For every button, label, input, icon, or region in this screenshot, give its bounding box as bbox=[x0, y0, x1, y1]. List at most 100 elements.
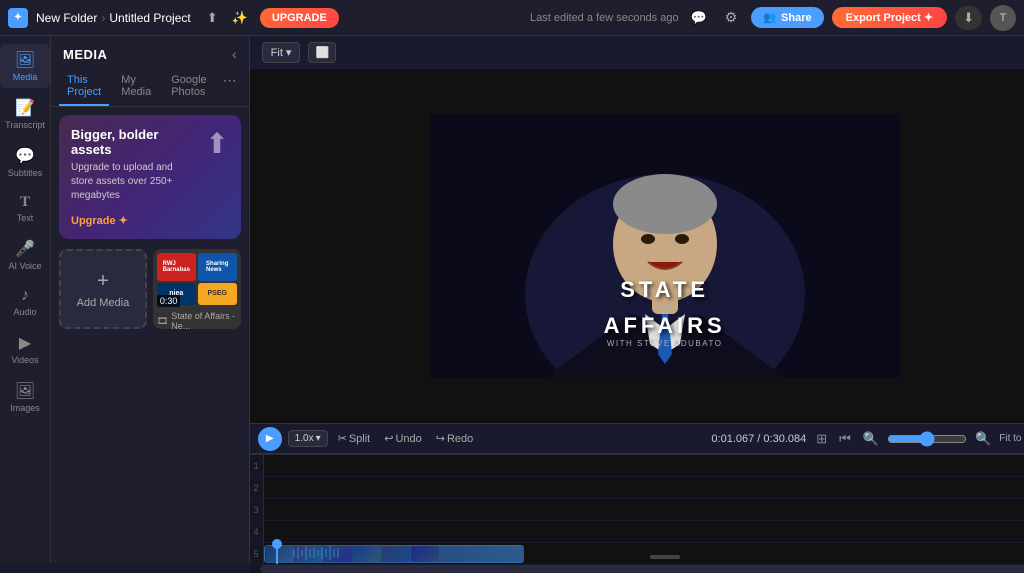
undo-label: Undo bbox=[395, 433, 421, 445]
sidebar-item-transcript[interactable]: 📝 Transcript bbox=[0, 92, 50, 136]
video-clip-1[interactable] bbox=[264, 545, 524, 563]
track-num-1: 1 bbox=[250, 455, 263, 477]
zoom-in-btn[interactable]: 🔍 bbox=[971, 429, 995, 449]
magic-btn[interactable]: ✨ bbox=[228, 8, 252, 28]
topbar: ✦ New Folder › Untitled Project ⬆ ✨ UPGR… bbox=[0, 0, 1024, 36]
text-icon: T bbox=[20, 194, 30, 211]
overlay-affairs: AFFAIRS bbox=[604, 313, 726, 339]
sidebar-item-media[interactable]: 🖼 Media bbox=[0, 44, 50, 88]
zoom-out-btn[interactable]: 🔍 bbox=[859, 429, 883, 449]
export-button[interactable]: Export Project ✦ bbox=[832, 7, 947, 28]
upgrade-card-desc: Upgrade to upload and store assets over … bbox=[71, 161, 197, 203]
tab-google-photos[interactable]: Google Photos bbox=[163, 68, 214, 106]
app-logo: ✦ bbox=[8, 8, 28, 28]
timeline-add-track-btn[interactable]: ⊞ bbox=[812, 429, 831, 449]
media-thumbnail[interactable]: RWJBarnabas SharingNews niea PSEG 0:30 🎞… bbox=[153, 249, 241, 329]
upload-icon: ⬆ bbox=[205, 127, 228, 160]
add-media-button[interactable]: + Add Media bbox=[59, 249, 147, 329]
track-num-5: 5 bbox=[250, 543, 263, 565]
media-tabs: This Project My Media Google Photos ⋯ bbox=[51, 68, 249, 107]
sidebar-item-text[interactable]: T Text bbox=[0, 188, 50, 229]
undo-icon: ↩ bbox=[384, 432, 393, 445]
track-num-4: 4 bbox=[250, 521, 263, 543]
user-avatar[interactable]: T bbox=[990, 5, 1016, 31]
media-grid: + Add Media RWJBarnabas SharingNews niea… bbox=[59, 249, 241, 329]
tracks-content: 🔍 bbox=[264, 455, 1024, 565]
videos-icon: ▶ bbox=[19, 333, 31, 353]
chat-icon-btn[interactable]: 💬 bbox=[687, 8, 711, 28]
media-collapse-btn[interactable]: ‹ bbox=[232, 46, 237, 62]
fit-chevron: ▾ bbox=[286, 46, 292, 59]
video-overlay-text: STATE OF AFFAIRS WITH STEVE ADUBATO bbox=[604, 277, 726, 348]
playhead[interactable] bbox=[276, 543, 278, 564]
transcript-icon: 📝 bbox=[15, 98, 35, 118]
share-icon: 👥 bbox=[763, 11, 777, 24]
media-panel: MEDIA ‹ This Project My Media Google Pho… bbox=[51, 36, 250, 563]
plus-icon: + bbox=[97, 270, 109, 293]
aivoice-label: AI Voice bbox=[8, 261, 41, 271]
redo-button[interactable]: ↪ Redo bbox=[432, 430, 478, 447]
redo-label: Redo bbox=[447, 433, 473, 445]
share-button[interactable]: 👥 Share bbox=[751, 7, 823, 28]
fit-screen-label: Fit to Screen bbox=[999, 433, 1024, 444]
timeline-tracks: 1 2 3 4 5 bbox=[250, 455, 1024, 565]
speed-button[interactable]: 1.0x ▾ bbox=[288, 430, 328, 447]
subtitles-label: Subtitles bbox=[8, 168, 43, 178]
play-button[interactable]: ▶ bbox=[258, 427, 282, 451]
crop-button[interactable]: ⬜ bbox=[308, 42, 336, 63]
split-button[interactable]: ✂ Split bbox=[334, 430, 375, 447]
timeline-nav-start[interactable]: ⏮ bbox=[835, 429, 855, 449]
video-content: STATE OF AFFAIRS WITH STEVE ADUBATO bbox=[430, 114, 900, 378]
topbar-icons: ⬆ ✨ bbox=[203, 8, 252, 28]
fit-screen-button[interactable]: Fit to Screen bbox=[999, 433, 1024, 444]
upgrade-card: Bigger, bolder assets Upgrade to upload … bbox=[59, 115, 241, 239]
timeline-right-controls: ⊞ ⏮ 🔍 🔍 Fit to Screen ✕ bbox=[812, 429, 1024, 449]
undo-button[interactable]: ↩ Undo bbox=[380, 430, 426, 447]
share-icon-btn[interactable]: ⬆ bbox=[203, 8, 222, 28]
project-name: Untitled Project bbox=[109, 11, 190, 25]
speed-chevron: ▾ bbox=[316, 433, 321, 444]
upgrade-card-button[interactable]: Upgrade ✦ bbox=[71, 214, 128, 227]
download-button[interactable]: ⬇ bbox=[955, 6, 982, 30]
track-row-2 bbox=[264, 477, 1024, 499]
main-layout: 🖼 Media 📝 Transcript 💬 Subtitles T Text … bbox=[0, 36, 1024, 563]
settings-button[interactable]: ⚙ bbox=[719, 7, 744, 28]
track-num-2: 2 bbox=[250, 477, 263, 499]
sidebar-item-videos[interactable]: ▶ Videos bbox=[0, 327, 50, 371]
timeline-scrollbar[interactable] bbox=[250, 565, 1024, 573]
tab-my-media[interactable]: My Media bbox=[113, 68, 159, 106]
timeline-area: ▶ 1.0x ▾ ✂ Split ↩ Undo ↪ Redo bbox=[250, 423, 1024, 563]
track-numbers: 1 2 3 4 5 bbox=[250, 455, 264, 565]
media-icon: 🖼 bbox=[15, 50, 35, 70]
share-label: Share bbox=[781, 12, 812, 24]
media-content: Bigger, bolder assets Upgrade to upload … bbox=[51, 107, 249, 563]
track-row-3 bbox=[264, 499, 1024, 521]
media-panel-header: MEDIA ‹ bbox=[51, 36, 249, 68]
sidebar-item-audio[interactable]: ♪ Audio bbox=[0, 281, 50, 323]
images-icon: 🖼 bbox=[15, 381, 35, 401]
aivoice-icon: 🎤 bbox=[15, 239, 35, 259]
last-edited-text: Last edited a few seconds ago bbox=[530, 12, 679, 24]
upgrade-button[interactable]: UPGRADE bbox=[260, 8, 339, 28]
time-display: 0:01.067 / 0:30.084 bbox=[711, 433, 806, 445]
track-num-3: 3 bbox=[250, 499, 263, 521]
fit-dropdown[interactable]: Fit ▾ bbox=[262, 42, 301, 63]
sidebar-item-aivoice[interactable]: 🎤 AI Voice bbox=[0, 233, 50, 277]
video-area: Fit ▾ ⬜ bbox=[250, 36, 1024, 563]
zoom-slider[interactable] bbox=[887, 431, 967, 447]
media-thumb-title: State of Affairs - Ne... bbox=[171, 311, 236, 329]
logo-pseg: PSEG bbox=[198, 283, 237, 306]
transcript-label: Transcript bbox=[5, 120, 45, 130]
add-media-label: Add Media bbox=[77, 297, 130, 309]
media-panel-title: MEDIA bbox=[63, 47, 107, 62]
video-toolbar: Fit ▾ ⬜ bbox=[250, 36, 1024, 69]
track-row-1 bbox=[264, 455, 1024, 477]
images-label: Images bbox=[10, 403, 40, 413]
sidebar-item-images[interactable]: 🖼 Images bbox=[0, 375, 50, 419]
media-tab-more-btn[interactable]: ⋯ bbox=[219, 68, 241, 106]
video-preview: STATE OF AFFAIRS WITH STEVE ADUBATO bbox=[250, 69, 1024, 423]
split-icon: ✂ bbox=[338, 432, 347, 445]
text-label: Text bbox=[17, 213, 34, 223]
tab-this-project[interactable]: This Project bbox=[59, 68, 109, 106]
sidebar-item-subtitles[interactable]: 💬 Subtitles bbox=[0, 140, 50, 184]
